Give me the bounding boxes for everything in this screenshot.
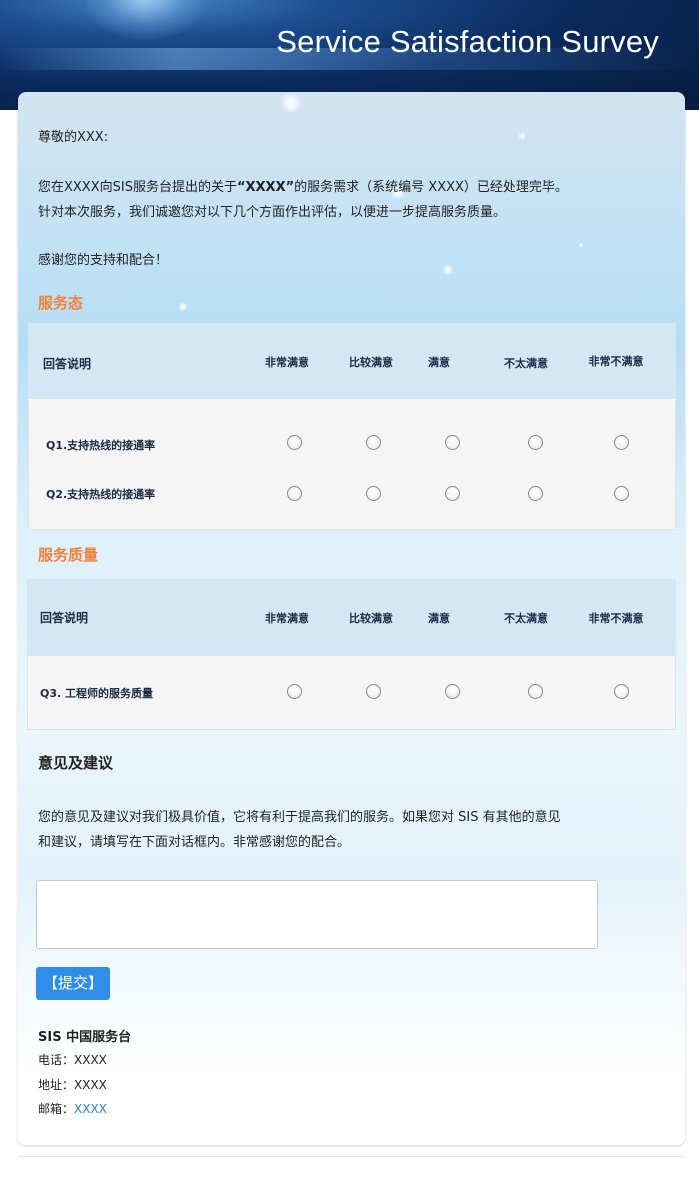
email-link[interactable]: XXXX — [74, 1102, 107, 1116]
sparkle — [442, 264, 454, 276]
question-q1: Q1.支持热线的接通率 — [46, 439, 156, 452]
option-very-satisfied: 非常满意 — [265, 356, 309, 369]
address-label: 地址： — [38, 1078, 75, 1092]
email-line: 邮箱：XXXX — [38, 1100, 107, 1117]
sparkle — [178, 302, 188, 312]
sparkle — [518, 132, 526, 140]
sparkle — [280, 92, 302, 114]
option-not-very-satisfied: 不太满意 — [504, 612, 548, 625]
request-name: “XXXX” — [236, 180, 295, 195]
header-label: 回答说明 — [43, 357, 92, 371]
feedback-textarea[interactable] — [36, 880, 598, 949]
org-name: SIS 中国服务台 — [38, 1030, 132, 1045]
page-title: Service Satisfaction Survey — [276, 24, 659, 59]
email-label: 邮箱： — [38, 1102, 75, 1116]
intro-line-2: 针对本次服务，我们诚邀您对以下几个方面作出评估，以便进一步提高服务质量。 — [38, 205, 507, 220]
option-satisfied: 满意 — [428, 356, 450, 369]
submit-button[interactable]: 【提交】 — [36, 967, 110, 1000]
q1-radio-very-satisfied[interactable] — [287, 435, 302, 450]
q2-radio-not-very-satisfied[interactable] — [528, 486, 543, 501]
thanks-text: 感谢您的支持和配合！ — [38, 253, 169, 268]
question-q3: Q3. 工程师的服务质量 — [40, 687, 154, 700]
intro-line-1: 您在XXXX向SIS服务台提出的关于“XXXX”的服务需求（系统编号 XXXX）… — [38, 176, 568, 195]
q1-radio-not-very-satisfied[interactable] — [528, 435, 543, 450]
q2-radio-very-satisfied[interactable] — [287, 486, 302, 501]
address-value: XXXX — [74, 1078, 107, 1092]
q3-radio-not-very-satisfied[interactable] — [528, 684, 543, 699]
feedback-line-1: 您的意见及建议对我们极具价值，它将有利于提高我们的服务。如果您对 SIS 有其他… — [38, 810, 561, 825]
intro-line-1-end: 的服务需求（系统编号 XXXX）已经处理完毕。 — [294, 180, 568, 195]
option-not-very-satisfied: 不太满意 — [504, 357, 548, 370]
globe-graphic — [85, 0, 205, 40]
table-body-attitude — [28, 398, 676, 530]
sparkle — [578, 242, 584, 248]
q3-radio-satisfied[interactable] — [445, 684, 460, 699]
greeting: 尊敬的XXX: — [38, 130, 109, 145]
option-very-dissatisfied: 非常不满意 — [588, 355, 644, 368]
q2-radio-satisfied[interactable] — [445, 486, 460, 501]
phone-line: 电话：XXXX — [38, 1051, 107, 1068]
section-title-quality: 服务质量 — [38, 546, 99, 564]
feedback-line-2: 和建议，请填写在下面对话框内。非常感谢您的配合。 — [38, 835, 351, 850]
address-line: 地址：XXXX — [38, 1076, 107, 1093]
q2-radio-very-dissatisfied[interactable] — [614, 486, 629, 501]
phone-label: 电话： — [38, 1053, 75, 1067]
option-very-satisfied: 非常满意 — [265, 612, 309, 625]
option-very-dissatisfied: 非常不满意 — [588, 612, 644, 625]
q1-radio-fairly-satisfied[interactable] — [366, 435, 381, 450]
q3-radio-fairly-satisfied[interactable] — [366, 684, 381, 699]
q1-radio-satisfied[interactable] — [445, 435, 460, 450]
question-q2: Q2.支持热线的接通率 — [46, 488, 156, 501]
header-label: 回答说明 — [40, 611, 89, 625]
feedback-title: 意见及建议 — [38, 754, 114, 772]
section-title-attitude: 服务态 — [38, 294, 84, 312]
phone-value: XXXX — [74, 1053, 107, 1067]
q3-radio-very-satisfied[interactable] — [287, 684, 302, 699]
option-fairly-satisfied: 比较满意 — [349, 612, 393, 625]
q3-radio-very-dissatisfied[interactable] — [614, 684, 629, 699]
q2-radio-fairly-satisfied[interactable] — [366, 486, 381, 501]
bottom-divider — [18, 1156, 685, 1157]
intro-line-1-start: 您在XXXX向SIS服务台提出的关于 — [38, 180, 237, 195]
option-satisfied: 满意 — [428, 612, 450, 625]
option-fairly-satisfied: 比较满意 — [349, 356, 393, 369]
q1-radio-very-dissatisfied[interactable] — [614, 435, 629, 450]
